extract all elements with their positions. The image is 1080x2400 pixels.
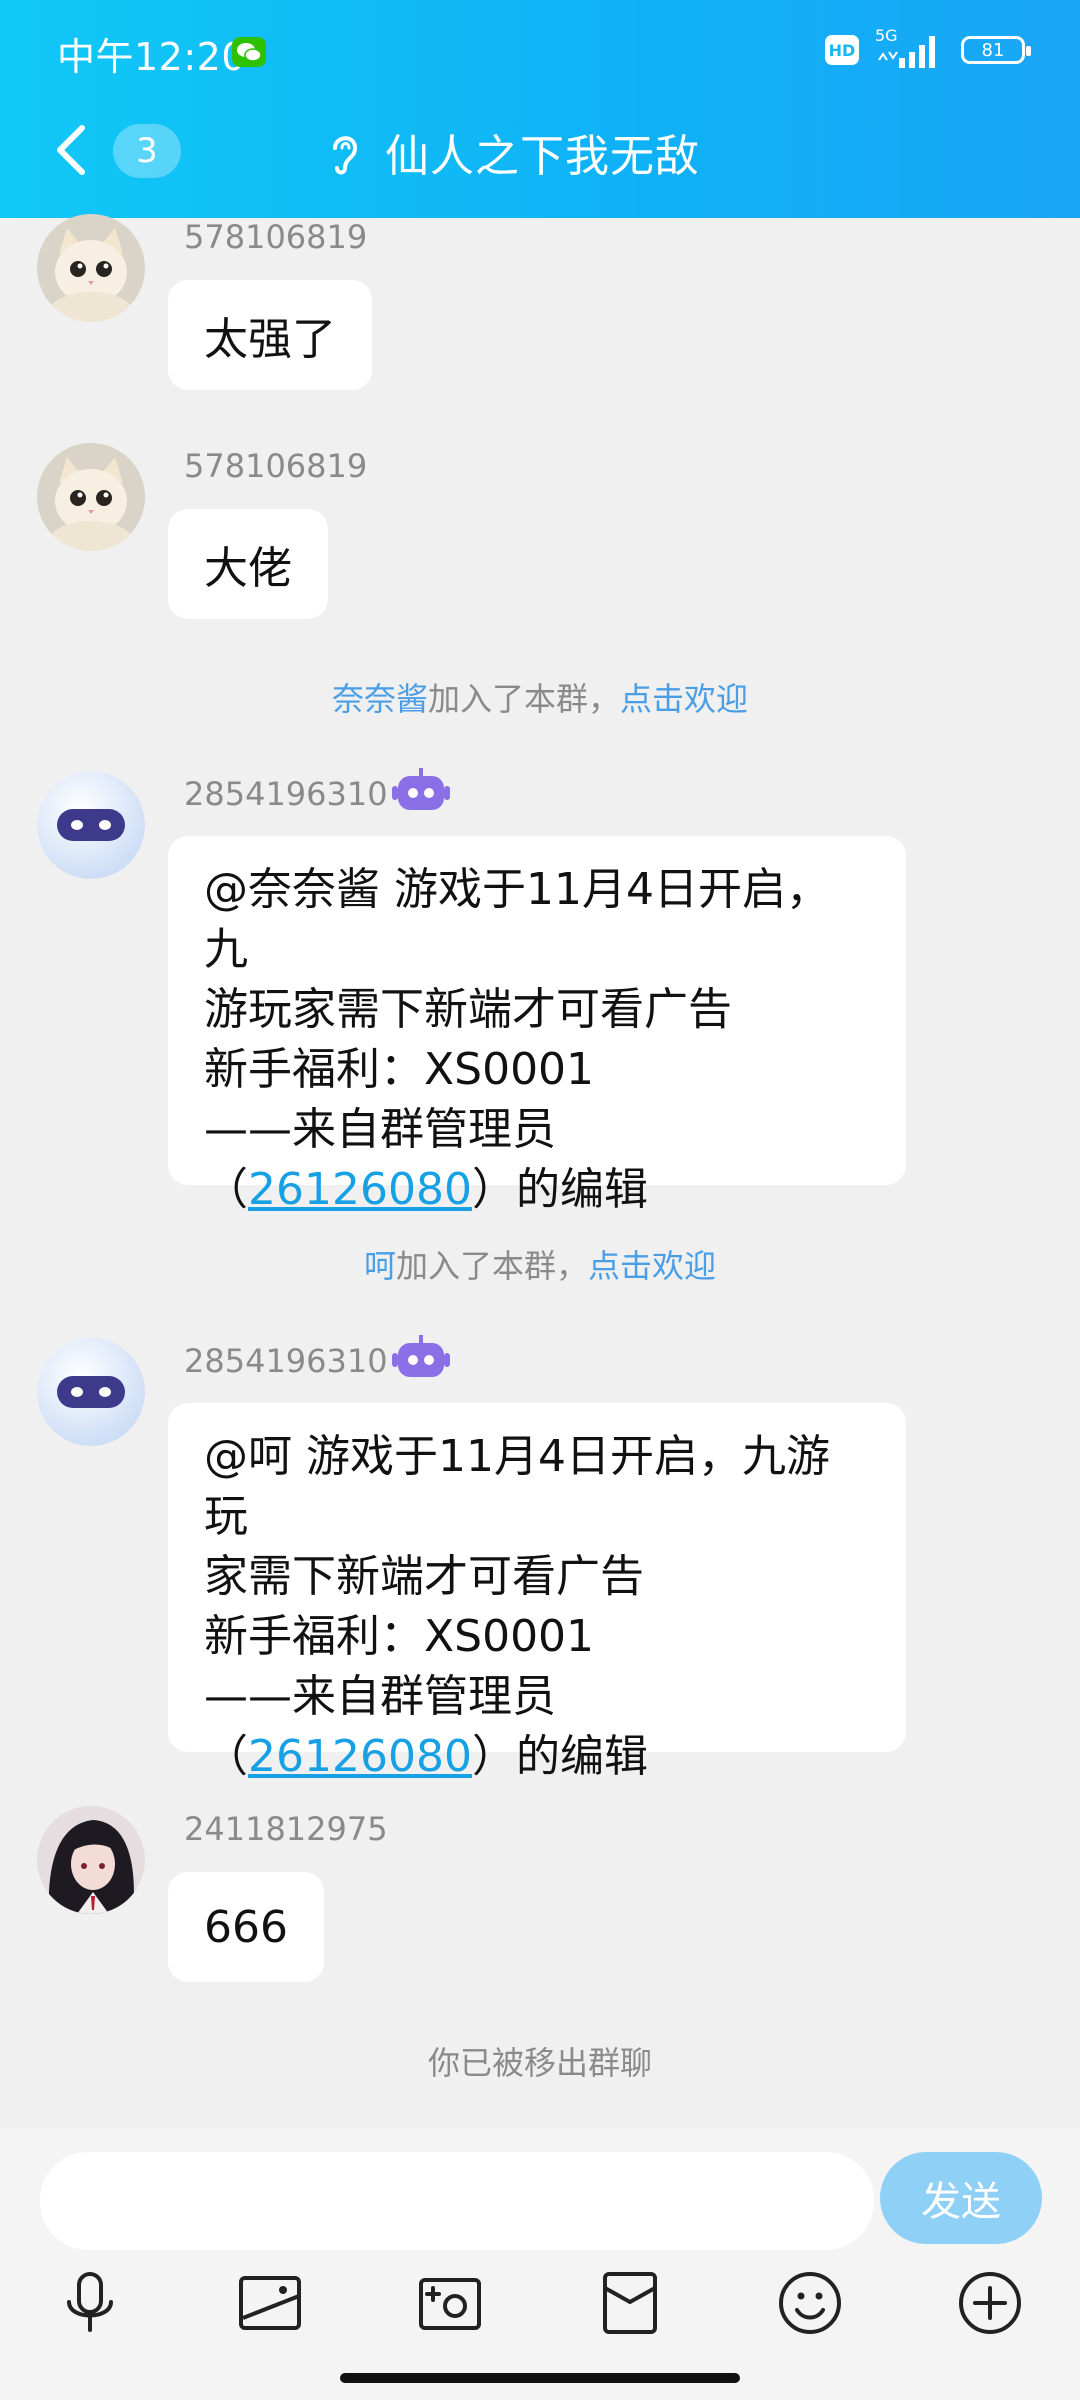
paren-open: （ xyxy=(204,1164,248,1215)
message-line: ——来自群管理员 xyxy=(204,1671,556,1722)
robot-icon xyxy=(392,1335,450,1377)
status-time: 中午12:20 xyxy=(57,35,247,79)
avatar[interactable] xyxy=(37,443,145,551)
avatar[interactable] xyxy=(37,1806,145,1914)
admin-id-link[interactable]: 26126080 xyxy=(248,1164,472,1215)
avatar[interactable] xyxy=(37,1338,145,1446)
battery-indicator: 81 xyxy=(961,36,1031,64)
message-line: 新手福利：XS0001 xyxy=(204,1044,595,1095)
camera-icon[interactable] xyxy=(415,2268,485,2338)
sender-id[interactable]: 2854196310 xyxy=(184,775,388,813)
sender-id[interactable]: 578106819 xyxy=(184,218,367,256)
emoji-icon[interactable] xyxy=(775,2268,845,2338)
message-line: 游玩家需下新端才可看广告 xyxy=(204,984,732,1035)
message-input[interactable] xyxy=(40,2152,874,2250)
plus-icon[interactable] xyxy=(955,2268,1025,2338)
message-line: @奈奈酱 游戏于11月4日开启，九 xyxy=(204,864,830,975)
avatar[interactable] xyxy=(37,214,145,322)
wechat-notification-icon xyxy=(232,37,266,67)
signal-icon: 5G xyxy=(875,26,945,70)
red-packet-icon[interactable] xyxy=(595,2268,665,2338)
avatar[interactable] xyxy=(37,771,145,879)
send-button[interactable]: 发送 xyxy=(880,2152,1042,2244)
page-title: 仙人之下我无敌 xyxy=(385,131,700,182)
system-join-notice: 奈奈酱加入了本群，点击欢迎 xyxy=(0,674,1080,720)
message-bubble[interactable]: 太强了 xyxy=(168,280,372,390)
image-icon[interactable] xyxy=(235,2268,305,2338)
join-text: 加入了本群， xyxy=(427,680,620,718)
message-line: ——来自群管理员 xyxy=(204,1104,556,1155)
message-line: 家需下新端才可看广告 xyxy=(204,1551,644,1602)
message-bubble[interactable]: @呵 游戏于11月4日开启，九游玩 家需下新端才可看广告 新手福利：XS0001… xyxy=(168,1403,906,1782)
ear-icon xyxy=(333,136,358,175)
unread-count-badge[interactable]: 3 xyxy=(113,124,181,178)
sender-id[interactable]: 2854196310 xyxy=(184,1342,388,1380)
mic-icon[interactable] xyxy=(55,2268,125,2338)
admin-id-link[interactable]: 26126080 xyxy=(248,1731,472,1782)
sender-id[interactable]: 2411812975 xyxy=(184,1810,388,1848)
welcome-link[interactable]: 点击欢迎 xyxy=(620,680,748,718)
message-bubble[interactable]: @奈奈酱 游戏于11月4日开启，九 游玩家需下新端才可看广告 新手福利：XS00… xyxy=(168,836,906,1215)
removed-notice: 你已被移出群聊 xyxy=(427,2044,652,2082)
paren-open: （ xyxy=(204,1731,248,1782)
hd-badge: HD xyxy=(825,35,859,65)
joined-member-name[interactable]: 奈奈酱 xyxy=(332,680,428,718)
status-icons: HD 5G 81 xyxy=(825,26,1031,70)
message-bubble[interactable]: 666 xyxy=(168,1872,324,1982)
message-text: 太强了 xyxy=(204,314,336,365)
message-text: 大佬 xyxy=(204,543,292,594)
home-indicator[interactable] xyxy=(340,2373,740,2383)
sender-id[interactable]: 578106819 xyxy=(184,447,367,485)
welcome-link[interactable]: 点击欢迎 xyxy=(588,1247,716,1285)
edit-suffix: ）的编辑 xyxy=(471,1164,648,1215)
joined-member-name[interactable]: 呵 xyxy=(364,1247,396,1285)
back-icon[interactable] xyxy=(52,122,92,178)
message-line: （26126080）的编辑 xyxy=(204,1727,870,1787)
edit-suffix: ）的编辑 xyxy=(471,1731,648,1782)
message-bubble[interactable]: 大佬 xyxy=(168,509,328,619)
app-header: 中午12:20 HD 5G 81 3 仙人之下我无敌 xyxy=(0,0,1080,218)
message-text: 666 xyxy=(204,1901,288,1953)
message-line: （26126080）的编辑 xyxy=(204,1160,870,1220)
message-line: @呵 游戏于11月4日开启，九游玩 xyxy=(204,1431,830,1542)
join-text: 加入了本群， xyxy=(395,1247,588,1285)
robot-icon xyxy=(392,768,450,810)
message-line: 新手福利：XS0001 xyxy=(204,1611,595,1662)
system-join-notice: 呵加入了本群，点击欢迎 xyxy=(0,1241,1080,1287)
